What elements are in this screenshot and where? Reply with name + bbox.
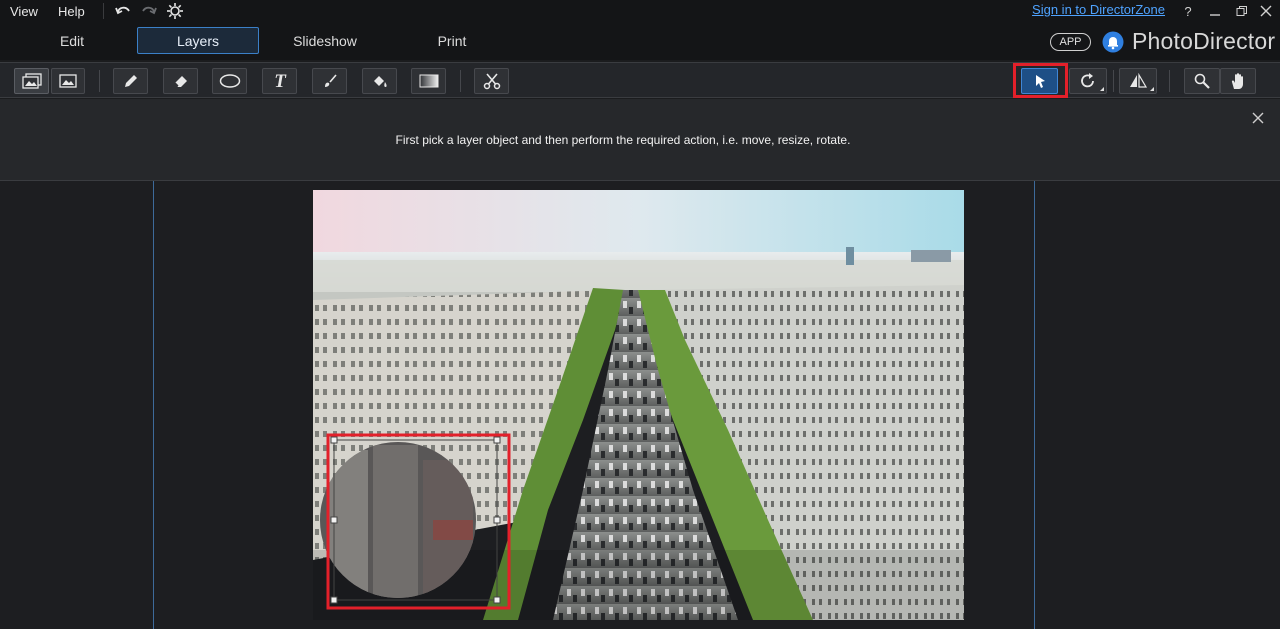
menu-bar: View Help Sign in to DirectorZone ? xyxy=(0,0,1280,22)
menu-view[interactable]: View xyxy=(0,4,48,19)
ellipse-icon xyxy=(219,74,240,88)
brush-button[interactable] xyxy=(312,68,347,94)
hint-text: First pick a layer object and then perfo… xyxy=(395,133,851,147)
tab-edit[interactable]: Edit xyxy=(40,27,104,54)
brand-name: PhotoDirector xyxy=(1132,28,1276,54)
cut-button[interactable] xyxy=(474,68,509,94)
gradient-button[interactable] xyxy=(411,68,446,94)
toolbar-divider xyxy=(1113,70,1114,92)
pencil-button[interactable] xyxy=(113,68,148,94)
close-hint-icon[interactable] xyxy=(1251,111,1265,125)
help-button[interactable]: ? xyxy=(1174,0,1202,22)
flip-icon xyxy=(1130,73,1148,88)
ellipse-button[interactable] xyxy=(212,68,247,94)
menu-help[interactable]: Help xyxy=(48,4,95,19)
rotate-icon xyxy=(1081,73,1094,88)
gradient-icon xyxy=(419,74,438,88)
app-badge[interactable]: APP xyxy=(1050,33,1091,51)
pan-button[interactable] xyxy=(1220,68,1256,94)
city-photo xyxy=(313,190,964,620)
minimize-icon[interactable] xyxy=(1201,0,1229,22)
zoom-button[interactable] xyxy=(1184,68,1220,94)
redo-icon[interactable] xyxy=(138,2,160,20)
panel-border-right xyxy=(1034,181,1035,629)
layers-view-icon xyxy=(21,73,42,89)
pan-hand-icon xyxy=(1231,73,1243,89)
eraser-icon xyxy=(173,76,187,87)
workspace xyxy=(0,181,1280,629)
panel-border-left xyxy=(153,181,154,629)
layers-view-button[interactable] xyxy=(14,68,49,94)
tab-layers[interactable]: Layers xyxy=(137,27,259,54)
module-tabs: Edit Layers Slideshow Print APP PhotoDir… xyxy=(0,22,1280,60)
notification-bell-icon[interactable] xyxy=(1102,31,1124,53)
close-window-icon[interactable] xyxy=(1252,0,1280,22)
fill-button[interactable] xyxy=(362,68,397,94)
zoom-icon xyxy=(1194,73,1210,89)
toolbar-divider xyxy=(99,70,100,92)
photo-view-icon xyxy=(59,74,77,88)
menu-divider xyxy=(102,3,104,19)
svg-text:T: T xyxy=(274,72,287,90)
hint-panel: First pick a layer object and then perfo… xyxy=(0,99,1280,181)
toolbar-divider xyxy=(460,70,461,92)
undo-icon[interactable] xyxy=(112,2,134,20)
brush-icon xyxy=(324,74,337,87)
photo-canvas[interactable] xyxy=(313,190,964,620)
text-button[interactable]: T xyxy=(262,68,297,94)
toolbar-divider xyxy=(1169,70,1170,92)
photo-view-button[interactable] xyxy=(51,68,85,94)
eraser-button[interactable] xyxy=(163,68,198,94)
layer-toolbar: T xyxy=(0,62,1280,98)
select-tool-highlight xyxy=(1013,63,1068,98)
rotate-dropdown-caret xyxy=(1100,87,1104,91)
tab-slideshow[interactable]: Slideshow xyxy=(280,27,370,54)
text-icon: T xyxy=(274,72,287,90)
settings-gear-icon[interactable] xyxy=(164,2,186,20)
sign-in-link[interactable]: Sign in to DirectorZone xyxy=(1032,2,1165,17)
brand-logo: PhotoDirector xyxy=(1102,28,1275,55)
scissors-icon xyxy=(483,73,500,90)
pencil-icon xyxy=(124,75,137,87)
tab-print[interactable]: Print xyxy=(420,27,484,54)
flip-dropdown-caret xyxy=(1150,87,1154,91)
fill-bucket-icon xyxy=(373,76,387,87)
rotate-button[interactable] xyxy=(1069,68,1107,94)
flip-button[interactable] xyxy=(1119,68,1157,94)
